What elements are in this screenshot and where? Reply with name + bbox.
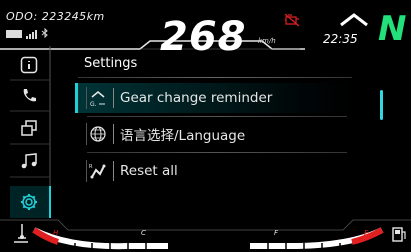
svg-text:G.: G. [90, 101, 97, 108]
globe-icon [86, 123, 109, 145]
speed-unit: km/h [258, 37, 276, 45]
menu-item-gear-change-reminder[interactable]: G. Gear change reminder [75, 83, 353, 113]
row-divider [87, 116, 347, 117]
menu-item-language[interactable]: 语言选择/Language [75, 119, 353, 149]
item-separator [113, 161, 114, 181]
menu-item-reset-all[interactable]: R Reset all [75, 156, 353, 186]
scrollbar-thumb[interactable] [380, 90, 383, 120]
gear-shift-icon: G. [86, 87, 109, 109]
phone-icon [23, 89, 36, 102]
item-separator [113, 88, 114, 108]
item-separator [113, 124, 114, 144]
row-divider [87, 152, 347, 153]
sidebar-item-settings[interactable] [17, 190, 41, 214]
bottom-gauges: H C F E [0, 219, 411, 250]
gear-icon [21, 194, 37, 210]
gear-up-icon [339, 12, 369, 31]
sidebar [4, 46, 56, 218]
sidebar-item-phone[interactable] [17, 84, 41, 108]
menu-item-label: Gear change reminder [120, 90, 273, 106]
sidebar-item-info[interactable] [17, 53, 41, 77]
fuel-empty-label: E [364, 229, 369, 237]
clock: 22:35 [323, 32, 358, 46]
sidebar-item-music[interactable] [17, 149, 41, 173]
music-icon [21, 153, 37, 169]
gear-letter: N [378, 9, 406, 44]
temp-cold-label: C [141, 229, 146, 237]
gear-indicator: N [376, 8, 410, 49]
odometer: ODO: 223245km [6, 10, 105, 23]
page-title: Settings [84, 56, 138, 71]
sidebar-item-screens[interactable] [17, 116, 41, 140]
engine-warning-icon [284, 12, 300, 31]
svg-text:R: R [89, 164, 93, 170]
temperature-icon [14, 224, 28, 243]
menu-item-label: 语言选择/Language [120, 128, 246, 144]
fuel-gauge [250, 227, 384, 249]
title-underline [78, 77, 352, 78]
temp-hot-label: H [53, 229, 59, 237]
speed-readout: 268 [160, 14, 247, 60]
window-switch-icon [21, 120, 37, 136]
menu-item-label: Reset all [120, 163, 178, 179]
info-icon [20, 56, 38, 74]
fuel-pump-icon [392, 227, 406, 242]
reset-icon: R [86, 160, 109, 182]
